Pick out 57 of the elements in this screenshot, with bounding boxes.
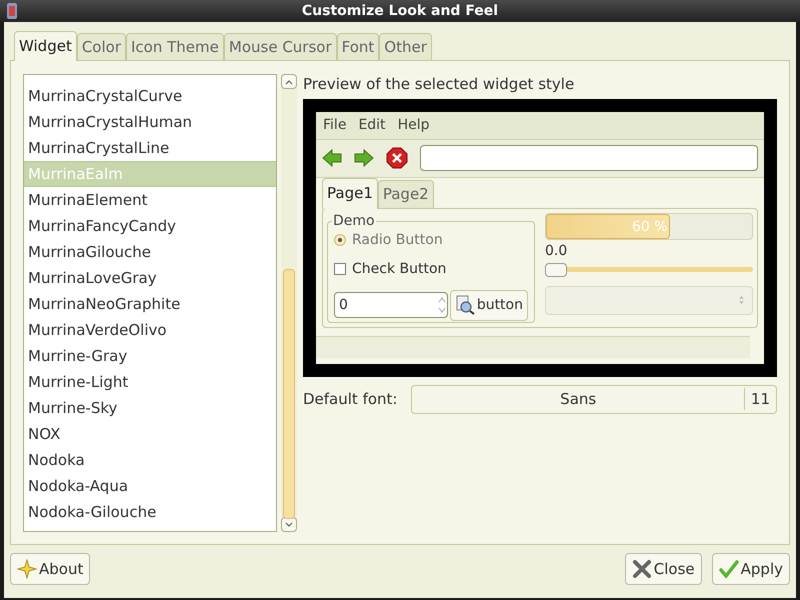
window-title: Customize Look and Feel: [302, 2, 498, 20]
search-button[interactable]: button: [450, 290, 528, 320]
list-item[interactable]: MurrinaCrystalLine: [24, 135, 276, 161]
list-item[interactable]: Murrine-Light: [24, 369, 276, 395]
apply-button[interactable]: Apply: [712, 553, 790, 585]
tab[interactable]: Icon Theme: [126, 32, 224, 60]
close-button[interactable]: Close: [624, 553, 702, 585]
list-item[interactable]: NOX: [24, 421, 276, 447]
address-field[interactable]: [420, 145, 758, 171]
scroll-up-button[interactable]: [281, 74, 297, 89]
radio-label: Radio Button: [352, 230, 443, 250]
preview-label: Preview of the selected widget style: [303, 74, 576, 95]
checkmark-icon: [718, 559, 739, 579]
font-button[interactable]: Sans 11: [411, 384, 777, 414]
checkbox-label: Check Button: [352, 260, 446, 278]
tab[interactable]: Other: [379, 32, 432, 60]
list-item[interactable]: MurrinaCrystalHuman: [24, 109, 276, 135]
stop-icon[interactable]: [386, 147, 408, 169]
tab[interactable]: Mouse Cursor: [224, 32, 337, 60]
back-arrow-icon[interactable]: [322, 149, 342, 167]
progress-reading: 60 %: [632, 218, 668, 236]
list-item[interactable]: MurrinaCrystalCurve: [24, 83, 276, 109]
list-item[interactable]: Nodoka-Gilouche: [24, 499, 276, 525]
default-font-label: Default font:: [303, 388, 398, 410]
list-item[interactable]: Murrine-Sky: [24, 395, 276, 421]
list-item[interactable]: Nodoka-Aqua: [24, 473, 276, 499]
slider-track[interactable]: [545, 262, 753, 276]
list-item[interactable]: Murrine-Gray: [24, 343, 276, 369]
updown-icon: [739, 296, 744, 304]
list-item[interactable]: MurrinaVerdeOlivo: [24, 317, 276, 343]
scrollbar[interactable]: [281, 74, 297, 532]
tab[interactable]: Page2: [378, 180, 434, 208]
tab[interactable]: Color: [76, 32, 126, 60]
menu-item[interactable]: Edit: [358, 114, 386, 136]
scale-reading: 0.0: [545, 242, 568, 260]
scroll-thumb[interactable]: [283, 269, 295, 519]
list-item[interactable]: MurrinaElement: [24, 187, 276, 213]
menu-item[interactable]: Help: [398, 114, 430, 136]
forward-arrow-icon[interactable]: [354, 149, 374, 167]
tab[interactable]: Font: [336, 32, 380, 60]
list-item[interactable]: Nodoka: [24, 447, 276, 473]
menu-item[interactable]: File: [323, 114, 346, 136]
scroll-down-button[interactable]: [281, 517, 297, 532]
list-item[interactable]: MurrinaLoveGray: [24, 265, 276, 291]
list-item[interactable]: MurrinaFancyCandy: [24, 213, 276, 239]
slider-thumb[interactable]: [545, 262, 567, 276]
checkbox[interactable]: [334, 263, 346, 275]
about-button[interactable]: About: [10, 553, 90, 585]
list-item[interactable]: MurrinaGilouche: [24, 239, 276, 265]
magnifier-icon: [454, 295, 475, 315]
spin-field[interactable]: 0: [334, 292, 448, 318]
tab[interactable]: Page1: [322, 178, 378, 208]
list-item[interactable]: MurrinaNeoGraphite: [24, 291, 276, 317]
app-icon: [6, 2, 18, 20]
tab[interactable]: Widget: [14, 30, 77, 61]
close-icon: [632, 559, 652, 579]
star-icon: [17, 559, 37, 579]
